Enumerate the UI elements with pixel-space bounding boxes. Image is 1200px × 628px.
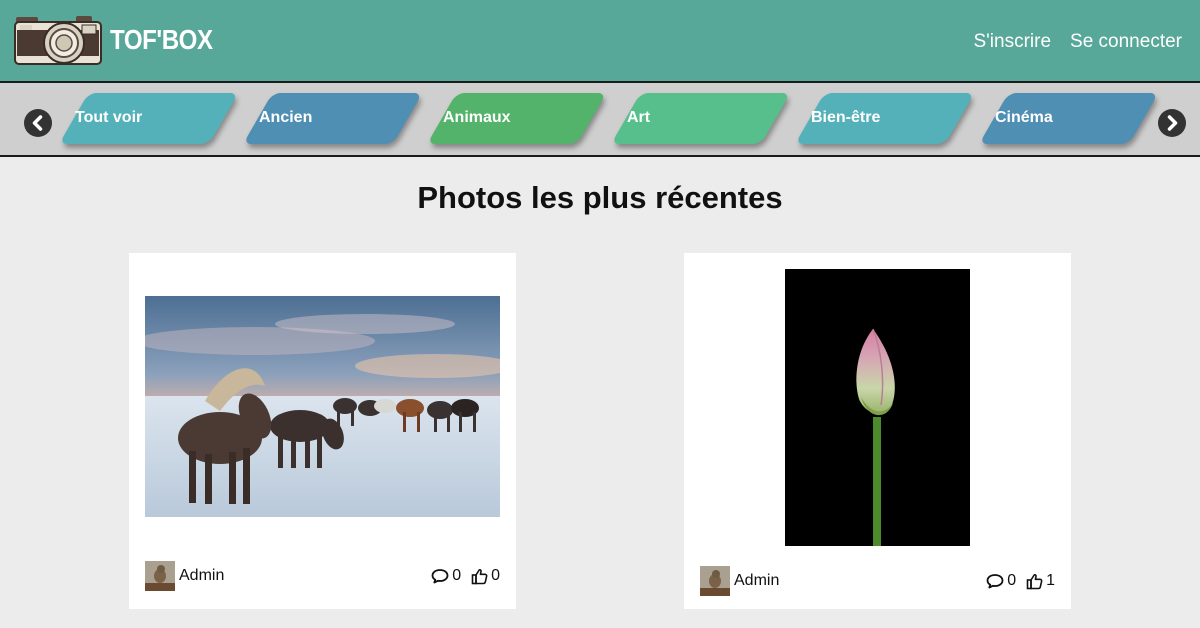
photo-lotus-bud[interactable] (785, 269, 970, 546)
camera-logo-icon (14, 14, 102, 66)
signup-link[interactable]: S'inscrire (974, 30, 1052, 54)
comments-value: 0 (452, 567, 462, 584)
author[interactable]: Admin (700, 566, 779, 596)
category-bien-etre[interactable]: Bien-être (781, 93, 975, 144)
photo-meta: Admin 0 0 (145, 561, 500, 591)
photo-stats: 0 1 (986, 572, 1055, 590)
category-cinema[interactable]: Cinéma (965, 93, 1159, 144)
chevron-right-icon (1167, 115, 1178, 131)
category-label: Art (627, 109, 651, 126)
category-art[interactable]: Art (597, 93, 791, 144)
comment-icon (431, 569, 449, 584)
thumbs-up-icon (1026, 573, 1043, 589)
comment-icon (986, 574, 1004, 589)
carousel-next-button[interactable] (1158, 109, 1186, 137)
likes-count[interactable]: 1 (1026, 572, 1055, 590)
photo-horses-in-snow[interactable] (145, 296, 500, 517)
page-title: Photos les plus récentes (417, 180, 783, 215)
top-header: TOF'BOX S'inscrire Se connecter (0, 0, 1200, 83)
photo-card: Admin 0 1 (684, 253, 1071, 609)
avatar (700, 566, 730, 596)
comments-count[interactable]: 0 (431, 567, 461, 585)
photo-meta: Admin 0 1 (700, 566, 1055, 596)
comments-count[interactable]: 0 (986, 572, 1016, 590)
author-name: Admin (734, 572, 780, 589)
brand-name: TOF'BOX (110, 24, 213, 55)
category-carousel: Tout voir Ancien Animaux Art Bien-être C… (0, 83, 1200, 157)
likes-count[interactable]: 0 (471, 567, 500, 585)
photo-card: Admin 0 0 (129, 253, 516, 609)
login-link[interactable]: Se connecter (1070, 30, 1182, 54)
category-label: Ancien (259, 109, 313, 126)
avatar (145, 561, 175, 591)
likes-value: 0 (491, 567, 500, 584)
category-label: Bien-être (811, 109, 881, 126)
category-label: Animaux (443, 109, 511, 126)
thumbs-up-icon (471, 568, 488, 584)
category-tout-voir[interactable]: Tout voir (45, 93, 239, 144)
likes-value: 1 (1046, 572, 1055, 589)
category-ancien[interactable]: Ancien (229, 93, 423, 144)
category-label: Tout voir (75, 109, 143, 126)
category-animaux[interactable]: Animaux (413, 93, 607, 144)
author[interactable]: Admin (145, 561, 224, 591)
photo-stats: 0 0 (431, 567, 500, 585)
category-label: Cinéma (995, 109, 1053, 126)
site-logo[interactable]: TOF'BOX (14, 13, 213, 67)
author-name: Admin (179, 567, 225, 584)
comments-value: 0 (1007, 572, 1017, 589)
auth-links: S'inscrire Se connecter (974, 30, 1183, 54)
